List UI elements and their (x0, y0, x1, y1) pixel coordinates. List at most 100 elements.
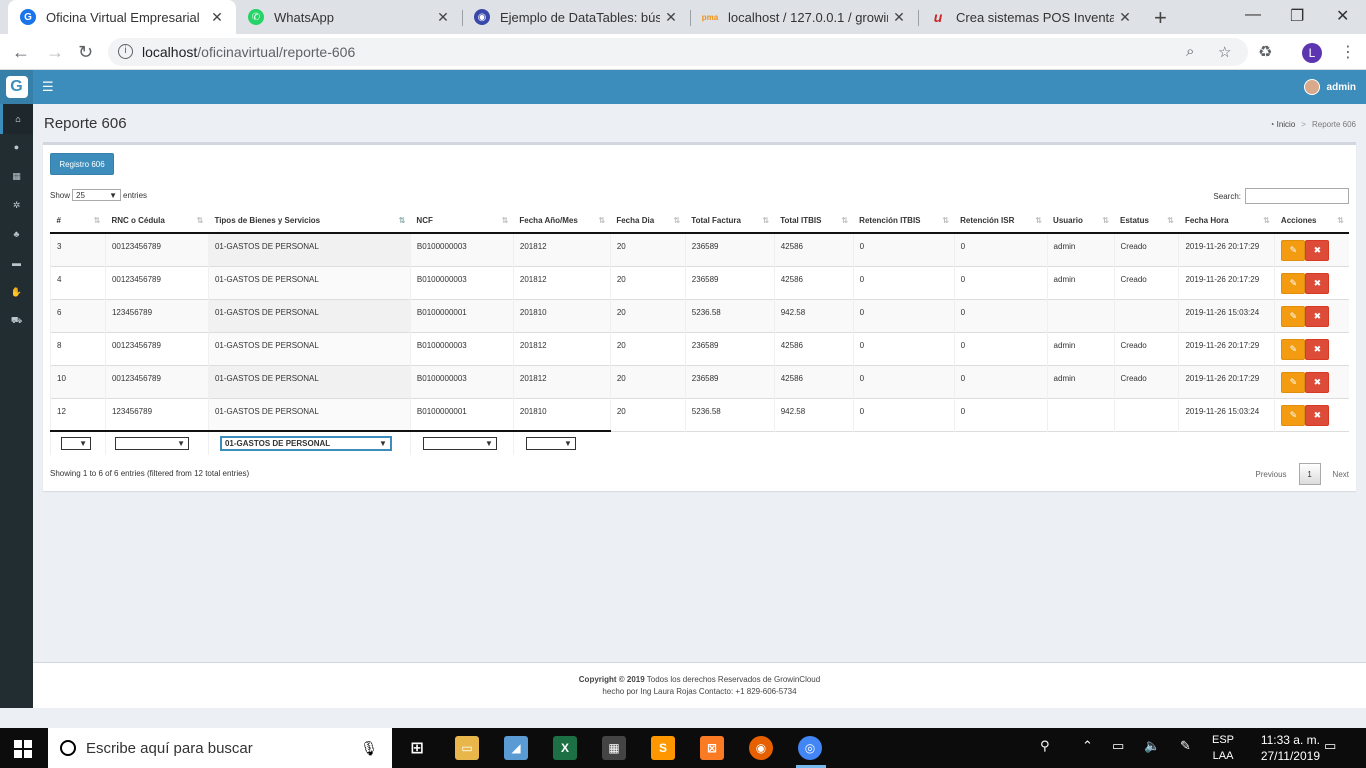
forward-icon[interactable]: → (46, 42, 64, 63)
close-icon[interactable]: ✕ (1114, 9, 1136, 26)
tab-whatsapp[interactable]: ✆ WhatsApp ✕ (236, 0, 462, 34)
sidebar-item-cards[interactable]: ▬ (0, 248, 33, 278)
delete-button[interactable]: ✖ (1305, 305, 1330, 327)
filter-fecha-select[interactable]: ▼ (525, 437, 576, 450)
notification-icon[interactable]: ▭ (1324, 738, 1336, 754)
window-close-icon[interactable]: ✕ (1336, 6, 1349, 26)
col-header-fecha-hora[interactable]: Fecha Hora ⇅ (1178, 209, 1275, 234)
table-cell: 00123456789 (104, 265, 209, 299)
edit-button[interactable]: ✎ (1281, 338, 1306, 360)
back-icon[interactable]: ← (12, 42, 30, 63)
close-icon[interactable]: ✕ (888, 9, 910, 26)
breadcrumb-home[interactable]: ◔ Inicio (1270, 120, 1296, 129)
taskbar-search[interactable]: Escribe aquí para buscar 🎙 (48, 728, 392, 768)
delete-button[interactable]: ✖ (1305, 371, 1330, 393)
filter-id-select[interactable]: ▼ (61, 437, 91, 450)
filter-tipo-select[interactable]: 01-GASTOS DE PERSONAL ▼ (220, 437, 391, 450)
sidebar-item-cart[interactable]: ⛟ (0, 306, 33, 336)
col-header-estatus[interactable]: Estatus ⇅ (1114, 209, 1179, 234)
sidebar-item-user[interactable]: ● (0, 132, 33, 162)
pager-previous[interactable]: Previous (1255, 470, 1286, 479)
chrome-icon[interactable]: ◎ (798, 736, 822, 760)
close-icon[interactable]: ✕ (206, 9, 228, 26)
tab-datatables[interactable]: ◉ Ejemplo de DataTables: búsque ✕ (462, 0, 690, 34)
tab-oficina-virtual[interactable]: G Oficina Virtual Empresarial ✕ (8, 0, 236, 34)
delete-button[interactable]: ✖ (1305, 338, 1330, 360)
col-header-tipo[interactable]: Tipos de Bienes y Servicios ⇅ (208, 209, 411, 234)
col-header-rnc[interactable]: RNC o Cédula ⇅ (105, 209, 209, 234)
col-header-usuario[interactable]: Usuario ⇅ (1047, 209, 1115, 234)
table-cell: 201812 (512, 232, 611, 266)
search-input[interactable] (1245, 188, 1349, 204)
edit-button[interactable]: ✎ (1281, 371, 1306, 393)
sidebar-item-grid[interactable]: ▦ (0, 161, 33, 191)
edit-button[interactable]: ✎ (1281, 305, 1306, 327)
battery-icon[interactable]: ▭ (1112, 738, 1124, 754)
edit-button[interactable]: ✎ (1281, 240, 1306, 261)
info-icon[interactable]: i (118, 44, 133, 59)
calculator-icon[interactable]: ▦ (602, 736, 626, 760)
notes-app-icon[interactable]: ◢ (504, 736, 528, 760)
table-cell: B0100000001 (409, 298, 514, 332)
new-tab-icon[interactable]: + (1154, 5, 1167, 31)
xampp-icon[interactable]: ⊠ (700, 736, 724, 760)
microphone-icon[interactable]: 🎙 (360, 740, 378, 757)
filter-rnc-select[interactable]: ▼ (114, 437, 189, 450)
profile-avatar[interactable]: L (1302, 43, 1322, 63)
hamburger-menu-icon[interactable]: ☰ (42, 79, 54, 95)
reload-icon[interactable]: ↻ (78, 42, 93, 63)
taskbar-clock[interactable]: 11:33 a. m. 27/11/2019 (1261, 732, 1320, 764)
pager-page-1[interactable]: 1 (1298, 463, 1321, 485)
edit-button[interactable]: ✎ (1281, 272, 1306, 294)
col-header-retencion-itbis[interactable]: Retención ITBIS ⇅ (853, 209, 955, 234)
col-header-fecha-anio-mes[interactable]: Fecha Año/Mes ⇅ (513, 209, 611, 234)
delete-button[interactable]: ✖ (1305, 404, 1330, 426)
sidebar-item-home[interactable]: ⌂ (0, 104, 33, 134)
sidebar-item-settings[interactable]: ✲ (0, 190, 33, 220)
task-view-icon[interactable]: ⊞ (405, 736, 429, 760)
maximize-icon[interactable]: ❐ (1290, 6, 1304, 26)
app-logo[interactable]: G (0, 70, 33, 104)
bookmark-star-icon[interactable]: ☆ (1218, 43, 1231, 61)
col-header-total-itbis[interactable]: Total ITBIS ⇅ (774, 209, 854, 234)
pager-next[interactable]: Next (1333, 470, 1349, 479)
sidebar-item-likes[interactable]: ✋ (0, 277, 33, 307)
col-header-acciones[interactable]: Acciones ⇅ (1274, 209, 1349, 234)
clock-date: 27/11/2019 (1260, 749, 1320, 763)
col-header-ncf[interactable]: NCF ⇅ (410, 209, 514, 234)
delete-button[interactable]: ✖ (1305, 272, 1330, 294)
menu-kebab-icon[interactable]: ⋮ (1340, 42, 1356, 62)
windows-start-icon[interactable] (14, 740, 32, 758)
user-menu[interactable]: admin (1303, 79, 1356, 95)
register-606-button[interactable]: Registro 606 (50, 153, 114, 175)
file-explorer-icon[interactable]: ▭ (455, 736, 479, 760)
firefox-icon[interactable]: ◉ (749, 736, 773, 760)
col-header-fecha-dia[interactable]: Fecha Dia ⇅ (610, 209, 686, 234)
sidebar-item-users[interactable]: ♣ (0, 219, 33, 249)
minimize-icon[interactable]: — (1245, 6, 1261, 24)
tab-pos[interactable]: u Crea sistemas POS Inventarios ✕ (918, 0, 1144, 34)
pen-icon[interactable]: ✎ (1180, 738, 1191, 754)
col-label: # (56, 216, 61, 225)
close-icon[interactable]: ✕ (432, 9, 454, 26)
address-bar[interactable]: i localhost/oficinavirtual/reporte-606 ⌕… (108, 38, 1248, 66)
zoom-icon[interactable]: ⌕ (1186, 43, 1194, 60)
col-header-retencion-isr[interactable]: Retención ISR ⇅ (954, 209, 1048, 234)
datatables-icon: ◉ (474, 9, 490, 25)
col-header-id[interactable]: # ⇅ (50, 209, 106, 234)
edit-button[interactable]: ✎ (1281, 404, 1306, 426)
sublime-text-icon[interactable]: S (651, 736, 675, 760)
delete-button[interactable]: ✖ (1305, 240, 1330, 261)
close-icon[interactable]: ✕ (660, 9, 682, 26)
filter-ncf-select[interactable]: ▼ (422, 437, 497, 450)
excel-icon[interactable]: X (553, 736, 577, 760)
tray-chevron-up-icon[interactable]: ⌃ (1082, 738, 1093, 754)
volume-icon[interactable]: 🔈 (1144, 738, 1160, 754)
extension-icon[interactable]: ♻ (1258, 42, 1272, 62)
people-icon[interactable]: ⚲ (1040, 738, 1050, 754)
col-header-total-factura[interactable]: Total Factura ⇅ (685, 209, 775, 234)
language-indicator[interactable]: ESP LAA (1212, 732, 1234, 764)
tab-phpmyadmin[interactable]: pma localhost / 127.0.0.1 / growincl ✕ (690, 0, 918, 34)
length-select[interactable]: 25 ▼ (72, 189, 122, 201)
growin-favicon-icon: G (20, 9, 36, 25)
